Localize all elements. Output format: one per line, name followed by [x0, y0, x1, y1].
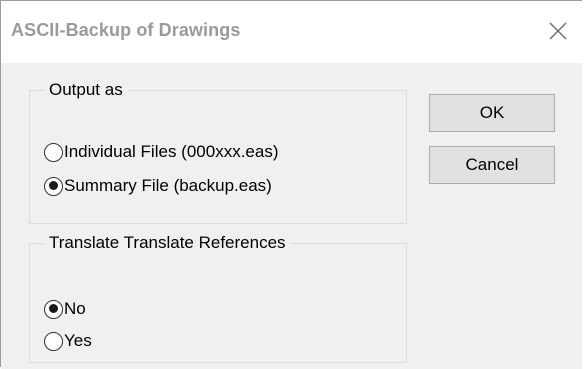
radio-individual-files[interactable]: Individual Files (000xxx.eas) — [44, 139, 278, 165]
radio-summary-file[interactable]: Summary File (backup.eas) — [44, 173, 272, 199]
translate-references-group: Translate Translate References No Yes — [29, 231, 407, 363]
dialog-client-area: Output as Individual Files (000xxx.eas) … — [1, 63, 582, 369]
radio-button-icon — [44, 299, 63, 319]
radio-label-no: No — [64, 299, 86, 318]
radio-label-summary-file: Summary File (backup.eas) — [64, 176, 272, 195]
radio-button-icon — [44, 331, 63, 351]
output-as-group: Output as Individual Files (000xxx.eas) … — [29, 78, 407, 224]
dialog-window: ASCII-Backup of Drawings Output as Indiv… — [0, 0, 582, 369]
ok-button[interactable]: OK — [429, 94, 555, 132]
translate-references-legend: Translate Translate References — [44, 231, 291, 255]
radio-label-yes: Yes — [64, 331, 92, 350]
radio-button-icon — [44, 176, 63, 196]
output-as-legend: Output as — [44, 78, 128, 102]
radio-label-individual-files: Individual Files (000xxx.eas) — [64, 142, 279, 161]
close-button[interactable] — [544, 17, 572, 45]
close-icon — [549, 22, 567, 40]
radio-button-icon — [44, 142, 63, 162]
cancel-button[interactable]: Cancel — [429, 146, 555, 184]
radio-translate-yes[interactable]: Yes — [44, 328, 92, 354]
radio-translate-no[interactable]: No — [44, 296, 86, 322]
window-title: ASCII-Backup of Drawings — [11, 20, 241, 40]
title-bar[interactable]: ASCII-Backup of Drawings — [1, 1, 582, 63]
